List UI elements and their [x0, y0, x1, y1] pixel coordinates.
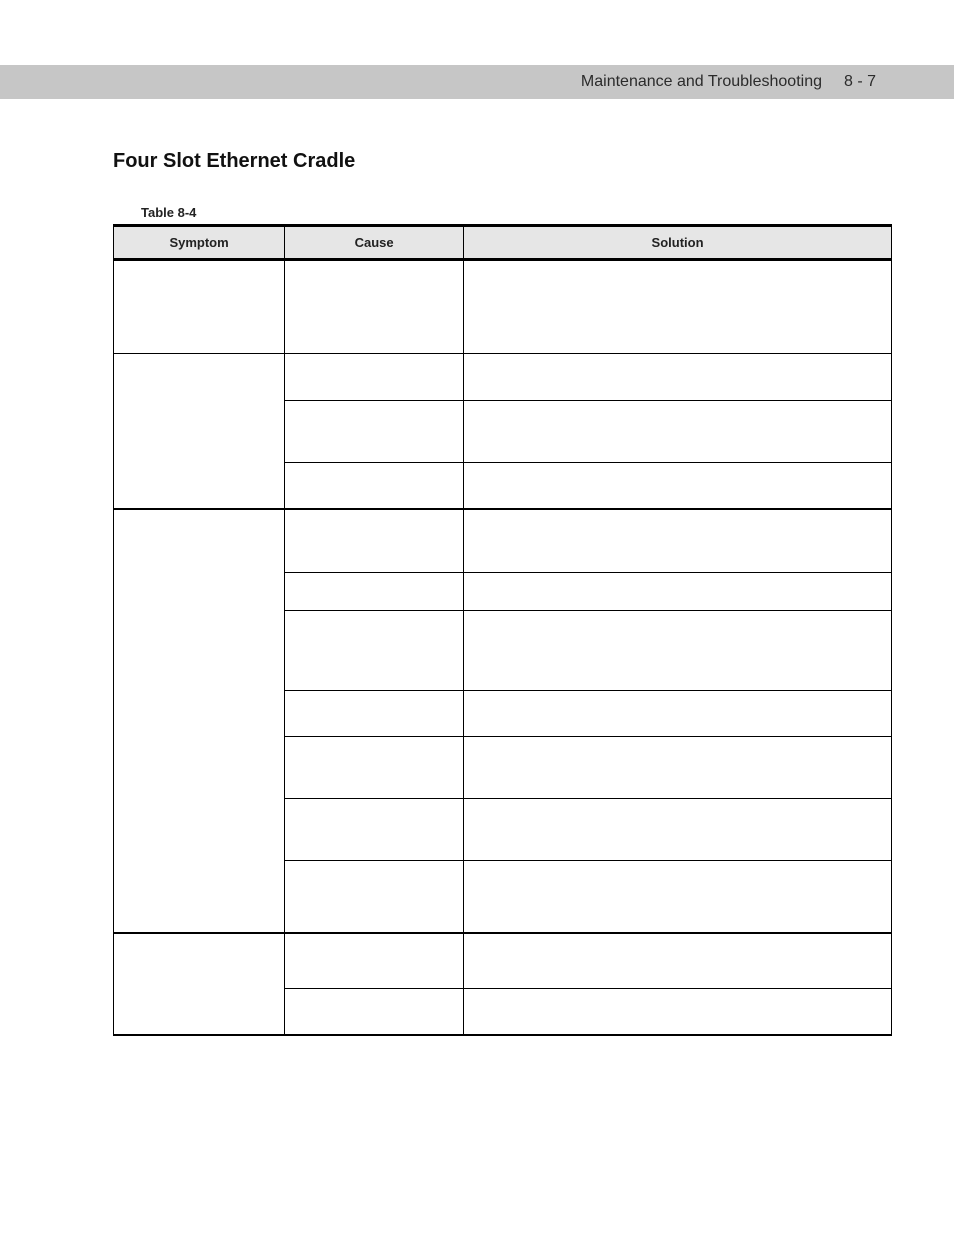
table-row	[114, 798, 892, 860]
cell-cause	[285, 690, 464, 736]
cell-symptom	[114, 736, 285, 798]
cell-solution	[464, 736, 892, 798]
cell-symptom	[114, 509, 285, 572]
table-row	[114, 736, 892, 798]
page-header: Maintenance and Troubleshooting 8 - 7	[0, 65, 954, 99]
table-header-row: Symptom Cause Solution	[114, 226, 892, 260]
cell-symptom	[114, 860, 285, 933]
cell-symptom	[114, 260, 285, 354]
cell-solution	[464, 690, 892, 736]
cell-cause	[285, 509, 464, 572]
cell-symptom	[114, 610, 285, 690]
cell-solution	[464, 509, 892, 572]
cell-solution	[464, 798, 892, 860]
col-header-solution: Solution	[464, 226, 892, 260]
table-row	[114, 354, 892, 401]
table-row	[114, 933, 892, 988]
table-row	[114, 462, 892, 509]
cell-solution	[464, 400, 892, 462]
cell-cause	[285, 610, 464, 690]
cell-symptom	[114, 400, 285, 462]
cell-symptom	[114, 933, 285, 988]
header-section-title: Maintenance and Troubleshooting	[581, 73, 822, 91]
page-title: Four Slot Ethernet Cradle	[113, 150, 892, 173]
col-header-symptom: Symptom	[114, 226, 285, 260]
table-row	[114, 509, 892, 572]
table-row	[114, 860, 892, 933]
table-row	[114, 690, 892, 736]
cell-solution	[464, 260, 892, 354]
cell-solution	[464, 933, 892, 988]
header-page-number: 8 - 7	[844, 73, 876, 91]
table-row	[114, 400, 892, 462]
col-header-cause: Cause	[285, 226, 464, 260]
cell-symptom	[114, 572, 285, 610]
table-row	[114, 610, 892, 690]
cell-cause	[285, 860, 464, 933]
cell-symptom	[114, 462, 285, 509]
cell-cause	[285, 572, 464, 610]
table-row	[114, 988, 892, 1035]
table-row	[114, 572, 892, 610]
cell-symptom	[114, 798, 285, 860]
cell-cause	[285, 260, 464, 354]
cell-cause	[285, 798, 464, 860]
table-row	[114, 260, 892, 354]
troubleshooting-table: Symptom Cause Solution	[113, 224, 892, 1036]
cell-solution	[464, 860, 892, 933]
cell-symptom	[114, 354, 285, 401]
table-label: Table 8-4	[141, 205, 892, 220]
cell-solution	[464, 988, 892, 1035]
cell-cause	[285, 462, 464, 509]
cell-symptom	[114, 690, 285, 736]
cell-solution	[464, 462, 892, 509]
cell-solution	[464, 354, 892, 401]
cell-solution	[464, 610, 892, 690]
cell-cause	[285, 933, 464, 988]
cell-cause	[285, 400, 464, 462]
cell-cause	[285, 736, 464, 798]
cell-symptom	[114, 988, 285, 1035]
cell-cause	[285, 354, 464, 401]
cell-cause	[285, 988, 464, 1035]
cell-solution	[464, 572, 892, 610]
